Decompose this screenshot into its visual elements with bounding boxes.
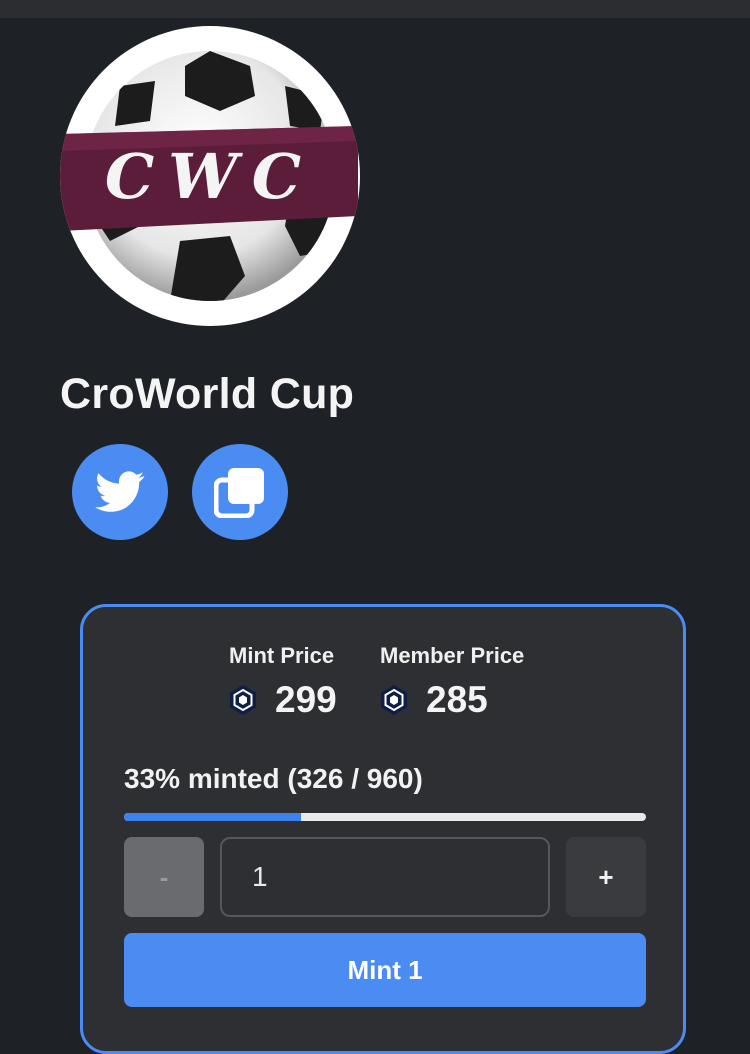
quantity-input[interactable] <box>220 837 550 917</box>
minted-progress-bar <box>124 813 646 821</box>
mint-card: Mint Price 299 Member Price 285 33% mint… <box>80 604 686 1054</box>
member-price-value: 285 <box>426 679 488 720</box>
top-bar <box>0 0 750 18</box>
increase-quantity-button[interactable]: + <box>566 837 646 917</box>
logo-text: CWC <box>105 140 315 213</box>
minted-progress-fill <box>124 813 302 821</box>
cronos-icon <box>381 685 407 715</box>
mint-price-value: 299 <box>275 679 337 720</box>
decrease-quantity-button[interactable]: - <box>124 837 204 917</box>
mint-button[interactable]: Mint 1 <box>124 933 646 1007</box>
twitter-icon <box>95 471 145 512</box>
cronos-icon <box>230 685 256 715</box>
copy-icon <box>214 468 264 518</box>
member-price: Member Price 285 <box>380 643 524 721</box>
twitter-button[interactable] <box>72 444 168 540</box>
mint-price-label: Mint Price <box>229 643 335 668</box>
collection-title: CroWorld Cup <box>60 370 355 418</box>
minted-progress-text: 33% minted (326 / 960) <box>124 763 423 794</box>
collection-logo: CWC <box>60 26 360 326</box>
copy-link-button[interactable] <box>192 444 288 540</box>
mint-price: Mint Price 299 <box>229 643 337 721</box>
member-price-label: Member Price <box>380 643 525 668</box>
